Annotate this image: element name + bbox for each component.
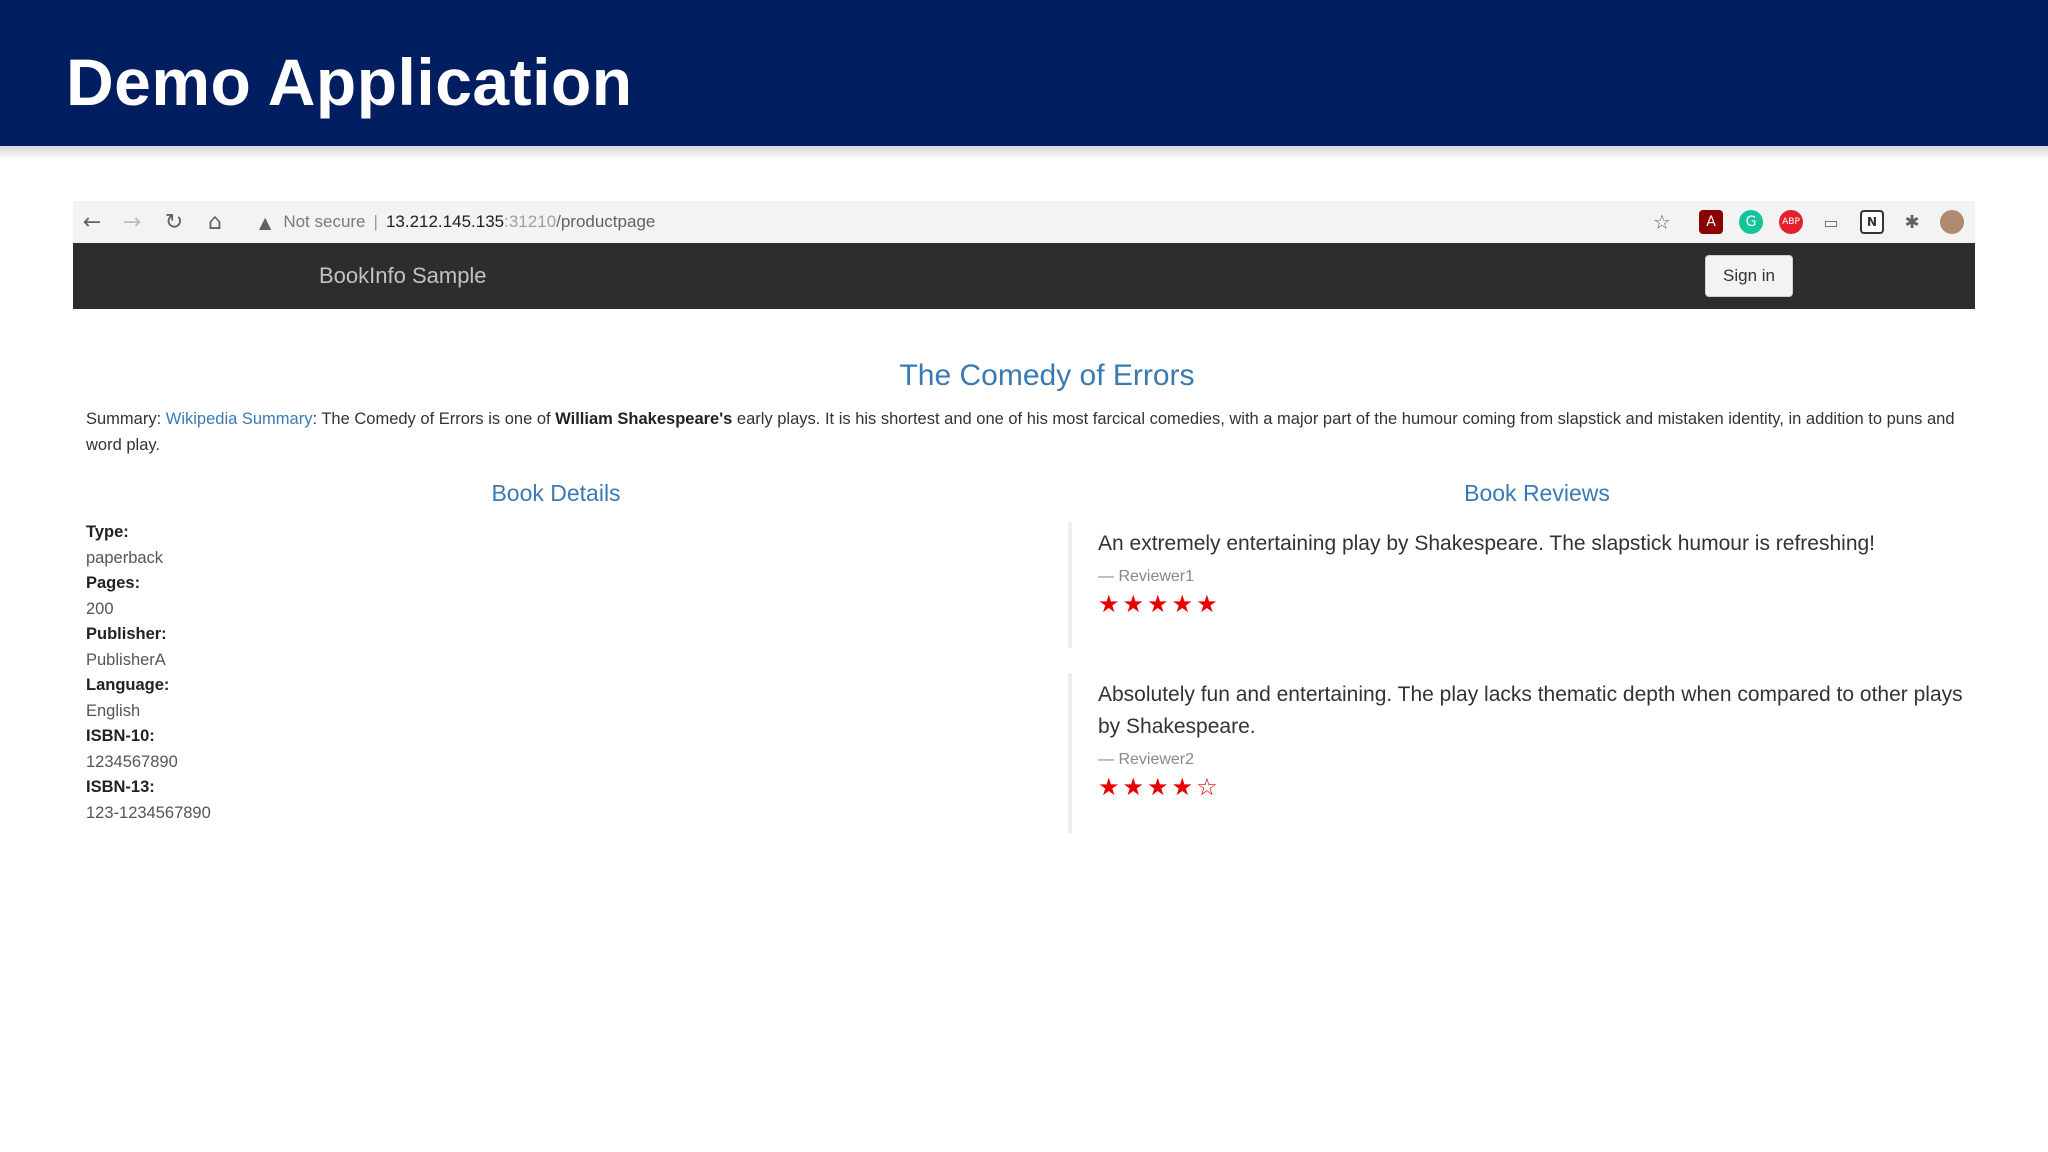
review-text: Absolutely fun and entertaining. The pla… bbox=[1098, 683, 1963, 738]
detail-value-language: English bbox=[86, 701, 141, 720]
reload-icon[interactable]: ↻ bbox=[159, 201, 189, 243]
slide-header: Demo Application bbox=[0, 0, 2048, 146]
summary-text-1: : The Comedy of Errors is one of bbox=[312, 410, 556, 428]
detail-label-publisher: Publisher: bbox=[86, 625, 167, 643]
review-item: Absolutely fun and entertaining. The pla… bbox=[1068, 673, 1968, 833]
cast-icon[interactable]: ▭ bbox=[1819, 210, 1843, 234]
security-label: Not secure bbox=[283, 212, 366, 231]
puzzle-extensions-icon[interactable]: ✱ bbox=[1900, 210, 1924, 234]
detail-label-pages: Pages: bbox=[86, 574, 141, 592]
detail-value-type: paperback bbox=[86, 548, 164, 567]
review-item: An extremely entertaining play by Shakes… bbox=[1068, 522, 1968, 648]
pdf-icon[interactable]: A bbox=[1699, 210, 1723, 234]
detail-label-isbn13: ISBN-13: bbox=[86, 778, 155, 796]
app-navbar: BookInfo Sample Sign in bbox=[73, 243, 1975, 309]
url-path: /productpage bbox=[556, 212, 656, 231]
book-details-list: Type: paperback Pages: 200 Publisher: Pu… bbox=[86, 520, 211, 826]
browser-toolbar: ← → ↻ ⌂ ▲ Not secure | 13.212.145.135:31… bbox=[73, 201, 1975, 243]
book-title: The Comedy of Errors bbox=[899, 359, 1195, 392]
home-icon[interactable]: ⌂ bbox=[200, 201, 230, 243]
profile-avatar-icon[interactable] bbox=[1940, 210, 1964, 234]
wikipedia-summary-link[interactable]: Wikipedia Summary bbox=[166, 410, 313, 428]
address-bar[interactable]: ▲ Not secure | 13.212.145.135:31210/prod… bbox=[259, 201, 655, 243]
detail-label-isbn10: ISBN-10: bbox=[86, 727, 155, 745]
book-summary: Summary: Wikipedia Summary: The Comedy o… bbox=[86, 406, 1966, 458]
reviewer-name: — Reviewer2 bbox=[1098, 751, 1195, 768]
warning-triangle-icon: ▲ bbox=[259, 212, 272, 232]
book-reviews-heading: Book Reviews bbox=[1464, 480, 1610, 506]
summary-prefix: Summary: bbox=[86, 410, 166, 428]
reviewer-name: — Reviewer1 bbox=[1098, 568, 1195, 585]
slide-title: Demo Application bbox=[66, 45, 633, 119]
star-rating-icon: ★★★★☆ bbox=[1098, 773, 1221, 801]
adblock-icon[interactable]: ABP bbox=[1779, 210, 1803, 234]
book-details-heading: Book Details bbox=[491, 480, 621, 506]
detail-value-publisher: PublisherA bbox=[86, 650, 166, 669]
review-text: An extremely entertaining play by Shakes… bbox=[1098, 532, 1876, 555]
forward-icon[interactable]: → bbox=[117, 201, 147, 243]
brand-link[interactable]: BookInfo Sample bbox=[319, 263, 487, 289]
detail-label-language: Language: bbox=[86, 676, 170, 694]
url-host: 13.212.145.135 bbox=[385, 212, 505, 231]
url-port: :31210 bbox=[504, 212, 557, 231]
detail-value-isbn13: 123-1234567890 bbox=[86, 803, 211, 822]
header-divider bbox=[0, 146, 2048, 160]
notion-icon[interactable]: N bbox=[1860, 210, 1884, 234]
sign-in-button[interactable]: Sign in bbox=[1705, 255, 1793, 297]
bookmark-star-icon[interactable]: ☆ bbox=[1647, 201, 1677, 243]
detail-value-pages: 200 bbox=[86, 599, 114, 618]
star-rating-icon: ★★★★★ bbox=[1098, 590, 1221, 618]
grammarly-icon[interactable]: G bbox=[1739, 210, 1763, 234]
summary-author: William Shakespeare's bbox=[555, 410, 733, 428]
detail-value-isbn10: 1234567890 bbox=[86, 752, 178, 771]
address-separator: | bbox=[373, 212, 378, 231]
detail-label-type: Type: bbox=[86, 523, 129, 541]
back-icon[interactable]: ← bbox=[77, 201, 107, 243]
